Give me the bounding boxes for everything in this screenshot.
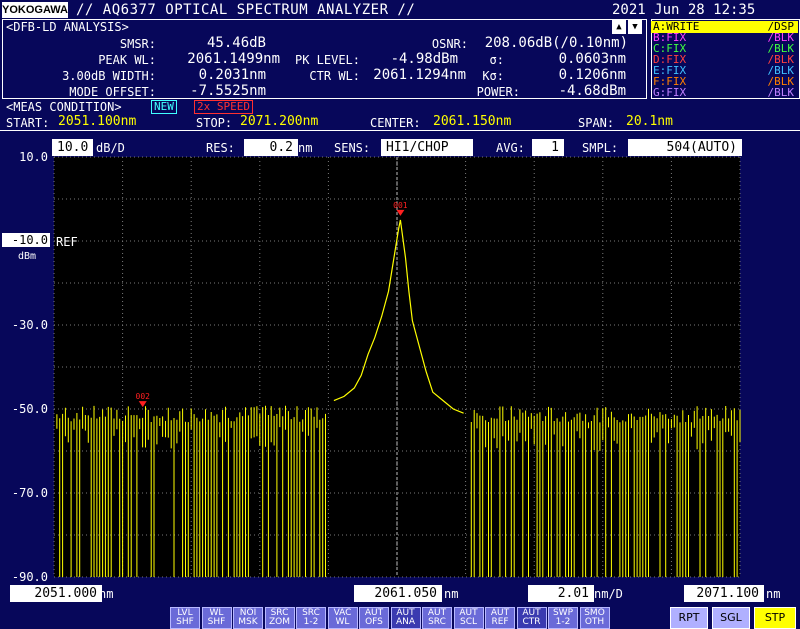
sigma-value: 0.0603nm: [558, 51, 626, 67]
softkey-label-bottom: ANA: [395, 617, 416, 627]
y-tick-label: -70.0: [12, 486, 48, 500]
power-value: -4.68dBm: [558, 83, 626, 99]
softkey-label-bottom: WL: [335, 617, 350, 627]
divider: [0, 130, 800, 131]
sigma-label: σ:: [489, 53, 504, 67]
per-div-unit: nm/D: [594, 587, 623, 601]
y-unit: dBm: [18, 251, 37, 262]
ctr-wl-label: CTR WL:: [309, 69, 360, 83]
osnr-label: OSNR:: [431, 37, 468, 51]
trace-row[interactable]: G:FIX/BLK: [651, 87, 798, 99]
ksigma-label: Kσ:: [482, 69, 504, 83]
new-badge: NEW: [151, 100, 177, 114]
meas-tag: <MEAS CONDITION>: [6, 100, 122, 114]
ctr-wl-value: 2061.1294nm: [373, 67, 466, 83]
softkey-label-bottom: OTH: [584, 617, 605, 627]
y-tick-label: 10.0: [19, 152, 48, 164]
softkey-button[interactable]: AUT REF: [485, 607, 515, 629]
softkey-button[interactable]: AUT CTR: [516, 607, 547, 629]
pk-level-label: PK LEVEL:: [294, 53, 360, 67]
bottom-center-field[interactable]: 2061.050: [354, 585, 442, 602]
y-tick-label: -50.0: [12, 402, 48, 416]
softkey-button[interactable]: SRC 1-2: [296, 607, 326, 629]
down-arrow-icon: ▼: [632, 22, 638, 32]
softkey-label-bottom: SHF: [207, 617, 226, 627]
softkey-button[interactable]: SMO OTH: [579, 607, 610, 629]
softkey-label-bottom: CTR: [522, 617, 541, 627]
softkey-button[interactable]: AUT SCL: [453, 607, 484, 629]
up-arrow-icon: ▲: [616, 22, 622, 32]
softkey-button[interactable]: SRC ZOM: [264, 607, 295, 629]
softkey-label-bottom: 1-2: [303, 617, 319, 627]
softkey-label-bottom: ZOM: [268, 617, 290, 627]
bottom-start-field[interactable]: 2051.000: [10, 585, 102, 602]
marker-label: 002: [136, 392, 151, 401]
stop-label: STOP:: [196, 116, 233, 130]
per-div-field[interactable]: 2.01: [528, 585, 594, 602]
softkey-label-bottom: REF: [491, 617, 509, 627]
peak-wl-label: PEAK WL:: [98, 53, 156, 67]
bottom-start-unit: nm: [99, 587, 114, 601]
softkey-label-bottom: 1-2: [555, 617, 571, 627]
softkey-button[interactable]: VAC WL: [327, 607, 358, 629]
instrument-title: // AQ6377 OPTICAL SPECTRUM ANALYZER //: [76, 2, 416, 18]
trace-mode: /BLK: [767, 86, 795, 99]
power-label: POWER:: [476, 85, 520, 99]
center-value: 2061.150nm: [433, 114, 512, 129]
softkey-label-bottom: SHF: [176, 617, 194, 627]
trace-name: G:FIX: [653, 86, 687, 99]
start-label: START:: [6, 116, 50, 130]
analysis-tag: <DFB-LD ANALYSIS>: [6, 20, 129, 34]
marker-label: 001: [393, 201, 408, 210]
y-tick-label: -30.0: [12, 318, 48, 332]
softkey-button[interactable]: WL SHF: [201, 607, 232, 629]
softkey-button[interactable]: AUT ANA: [390, 607, 421, 629]
softkey-button[interactable]: LVL SHF: [170, 607, 200, 629]
stop-button[interactable]: STP: [754, 607, 796, 629]
smsr-label: SMSR:: [119, 37, 156, 51]
repeat-button[interactable]: RPT: [670, 607, 708, 629]
datetime: 2021 Jun 28 12:35: [612, 2, 756, 18]
center-label: CENTER:: [370, 116, 421, 130]
peak-wl-value: 2061.1499nm: [187, 51, 280, 67]
softkey-label-bottom: MSK: [238, 617, 258, 627]
bottom-stop-unit: nm: [766, 587, 781, 601]
ksigma-value: 0.1206nm: [558, 67, 626, 83]
yokogawa-logo: YOKOGAWA: [2, 2, 69, 18]
trace-scroll-down[interactable]: ▼: [628, 20, 642, 34]
speed-badge: 2x SPEED: [194, 100, 253, 114]
ref-level-field[interactable]: -10.0: [2, 233, 50, 247]
bottom-center-unit: nm: [444, 587, 459, 601]
softkey-label-bottom: OFS: [365, 617, 383, 627]
trace-scroll-up[interactable]: ▲: [612, 20, 626, 34]
softkey-button[interactable]: NOI MSK: [233, 607, 263, 629]
softkey-button[interactable]: SWP 1-2: [548, 607, 578, 629]
start-value: 2051.100nm: [58, 114, 137, 129]
single-button[interactable]: SGL: [712, 607, 750, 629]
pk-level-value: -4.98dBm: [390, 51, 458, 67]
softkey-label-bottom: SRC: [428, 617, 446, 627]
softkey-button[interactable]: AUT OFS: [359, 607, 389, 629]
osnr-value: 208.06dB(/0.10nm): [484, 35, 628, 51]
softkey-button[interactable]: AUT SRC: [422, 607, 452, 629]
spectrum-chart[interactable]: 10.0 -30.0 -50.0 -70.0 -90.0 001 002: [0, 152, 800, 586]
bottom-stop-field[interactable]: 2071.100: [684, 585, 764, 602]
y-tick-label: -90.0: [12, 570, 48, 584]
mode-offset-label: MODE OFFSET:: [69, 85, 156, 99]
mode-offset-value: -7.5525nm: [190, 83, 266, 99]
ref-label: REF: [56, 235, 78, 249]
span-label: SPAN:: [578, 116, 615, 130]
width-label: 3.00dB WIDTH:: [62, 69, 156, 83]
stop-value: 2071.200nm: [240, 114, 319, 129]
span-value: 20.1nm: [626, 114, 673, 129]
width-value: 0.2031nm: [198, 67, 266, 83]
smsr-value: 45.46dB: [206, 35, 266, 51]
trace-rows: A:WRITE/DSP B:FIX/BLK C:FIX/BLK D:FIX/BLK E:…: [651, 19, 798, 99]
softkey-label-bottom: SCL: [459, 617, 477, 627]
